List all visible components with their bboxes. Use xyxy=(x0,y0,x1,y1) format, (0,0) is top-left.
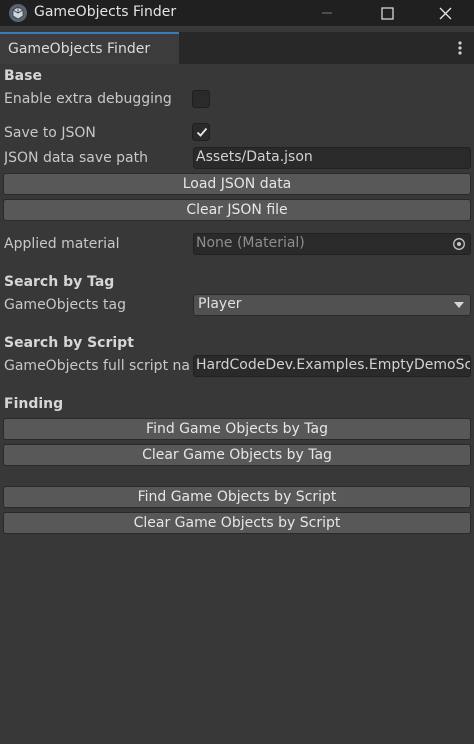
title-bar: GameObjects Finder xyxy=(0,0,474,26)
save-json-checkbox[interactable] xyxy=(192,123,210,141)
tab-gameobjects-finder[interactable]: GameObjects Finder xyxy=(0,32,179,64)
applied-material-value: None (Material) xyxy=(196,235,305,251)
tab-bar: GameObjects Finder xyxy=(0,32,474,64)
tag-selected-value: Player xyxy=(198,296,242,312)
object-picker-icon[interactable] xyxy=(452,237,466,251)
maximize-icon xyxy=(380,6,394,20)
enable-debugging-checkbox[interactable] xyxy=(192,90,210,108)
section-title-finding: Finding xyxy=(4,396,64,412)
window-title: GameObjects Finder xyxy=(34,4,177,20)
json-path-label: JSON data save path xyxy=(4,150,148,166)
tab-label: GameObjects Finder xyxy=(8,41,151,57)
save-json-label: Save to JSON xyxy=(4,125,96,141)
script-name-field[interactable]: HardCodeDev.Examples.EmptyDemoScript xyxy=(193,355,471,377)
kebab-menu-icon[interactable] xyxy=(452,38,468,58)
clear-by-script-button[interactable]: Clear Game Objects by Script xyxy=(3,512,471,534)
applied-material-label: Applied material xyxy=(4,236,120,252)
script-name-label: GameObjects full script name xyxy=(4,358,190,374)
chevron-down-icon xyxy=(454,302,464,308)
checkmark-icon xyxy=(196,127,208,137)
enable-debugging-label: Enable extra debugging xyxy=(4,91,172,107)
load-json-button[interactable]: Load JSON data xyxy=(3,173,471,195)
find-by-script-button[interactable]: Find Game Objects by Script xyxy=(3,486,471,508)
tag-label: GameObjects tag xyxy=(4,297,126,313)
close-icon xyxy=(439,7,451,19)
section-title-search-by-tag: Search by Tag xyxy=(4,274,115,290)
clear-json-button[interactable]: Clear JSON file xyxy=(3,199,471,221)
inspector-content: Base Enable extra debugging Save to JSON… xyxy=(0,64,474,744)
minimize-icon xyxy=(322,12,332,14)
minimize-button[interactable] xyxy=(304,0,350,26)
unity-cube-icon xyxy=(9,4,27,22)
json-path-field[interactable]: Assets/Data.json xyxy=(193,147,471,169)
maximize-button[interactable] xyxy=(364,0,410,26)
close-button[interactable] xyxy=(422,0,468,26)
applied-material-field[interactable]: None (Material) xyxy=(193,233,471,255)
section-title-search-by-script: Search by Script xyxy=(4,335,134,351)
find-by-tag-button[interactable]: Find Game Objects by Tag xyxy=(3,418,471,440)
clear-by-tag-button[interactable]: Clear Game Objects by Tag xyxy=(3,444,471,466)
section-title-base: Base xyxy=(4,68,42,84)
tag-dropdown[interactable]: Player xyxy=(193,294,471,316)
